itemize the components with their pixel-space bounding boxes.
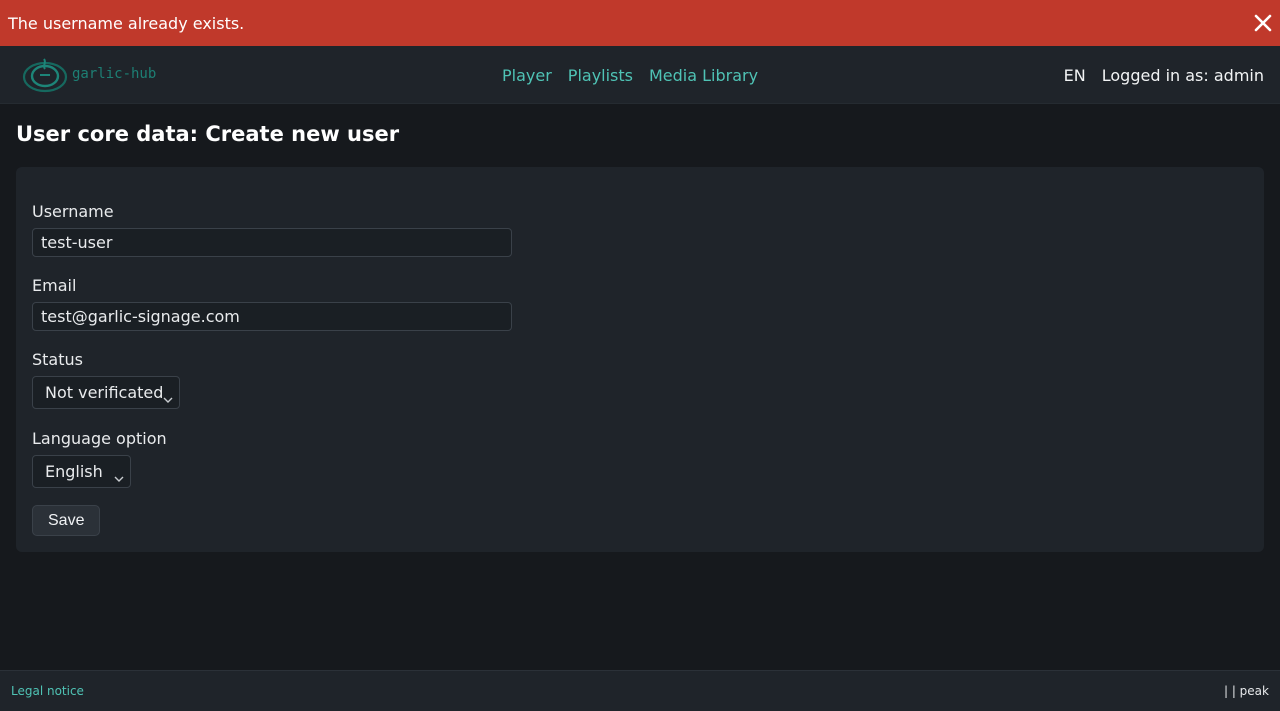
chevron-down-icon xyxy=(163,389,173,403)
language-select[interactable]: English xyxy=(32,455,131,488)
nav-item-media-library[interactable]: Media Library xyxy=(649,66,758,85)
status-select-value: Not verificated xyxy=(45,383,164,402)
legal-notice-link[interactable]: Legal notice xyxy=(11,684,84,698)
garlic-hub-logo[interactable]: garlic-hub xyxy=(20,52,180,98)
language-select-value: English xyxy=(45,462,103,481)
close-icon[interactable] xyxy=(1252,12,1274,34)
top-navbar: garlic-hub Player Playlists Media Librar… xyxy=(0,46,1280,104)
alert-message: The username already exists. xyxy=(8,13,245,33)
chevron-down-icon xyxy=(114,468,124,482)
garlic-logo-icon xyxy=(22,58,68,93)
username-input[interactable] xyxy=(32,228,512,257)
nav-item-player[interactable]: Player xyxy=(502,66,552,85)
footer-right-text: | | peak xyxy=(1223,684,1269,698)
email-label: Email xyxy=(32,276,77,295)
email-input[interactable] xyxy=(32,302,512,331)
main-nav: Player Playlists Media Library xyxy=(502,46,758,104)
status-select[interactable]: Not verificated xyxy=(32,376,180,409)
error-alert: The username already exists. xyxy=(0,0,1280,46)
username-label: Username xyxy=(32,202,114,221)
logged-in-user[interactable]: Logged in as: admin xyxy=(1102,66,1264,85)
page-title: User core data: Create new user xyxy=(16,122,400,146)
logo-text: garlic-hub xyxy=(72,66,157,82)
status-label: Status xyxy=(32,350,83,369)
save-button[interactable]: Save xyxy=(32,505,101,536)
language-switcher[interactable]: EN xyxy=(1064,66,1086,85)
footer: Legal notice | | peak xyxy=(0,670,1280,711)
language-option-label: Language option xyxy=(32,429,167,448)
user-form-card: Username Email Status Not verificated La… xyxy=(16,167,1264,552)
user-box: EN Logged in as: admin xyxy=(1064,46,1264,104)
nav-item-playlists[interactable]: Playlists xyxy=(568,66,633,85)
